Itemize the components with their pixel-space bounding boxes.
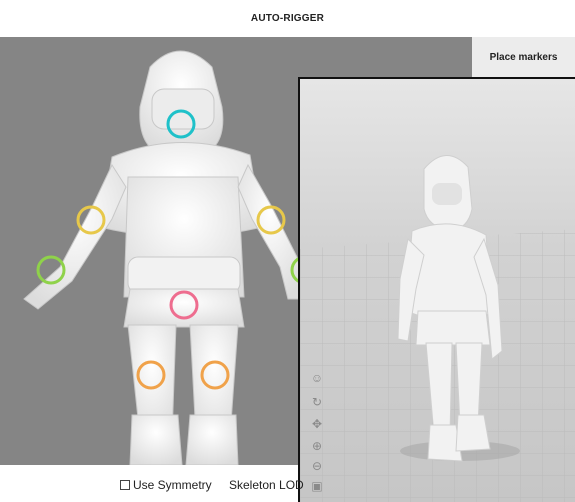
title-bar: AUTO-RIGGER xyxy=(0,0,575,37)
place-markers-label: Place markers xyxy=(489,51,558,63)
use-symmetry-option[interactable]: Use Symmetry xyxy=(120,478,212,492)
rotate-icon[interactable]: ↻ xyxy=(310,395,324,409)
app-title: AUTO-RIGGER xyxy=(250,13,325,24)
frame-icon[interactable]: ▣ xyxy=(310,479,324,493)
use-symmetry-label: Use Symmetry xyxy=(133,478,212,492)
preview-scene xyxy=(300,79,575,502)
use-symmetry-checkbox[interactable] xyxy=(120,480,130,490)
move-icon[interactable]: ✥ xyxy=(310,417,324,431)
head-icon[interactable]: ☺ xyxy=(310,371,324,385)
3d-preview-pane[interactable]: ☺ ↻ ✥ ⊕ ⊖ ▣ xyxy=(298,77,575,502)
skeleton-lod-label[interactable]: Skeleton LOD xyxy=(229,478,304,492)
zoom-in-icon[interactable]: ⊕ xyxy=(310,439,324,453)
place-markers-header[interactable]: Place markers xyxy=(472,37,575,77)
zoom-out-icon[interactable]: ⊖ xyxy=(310,459,324,473)
